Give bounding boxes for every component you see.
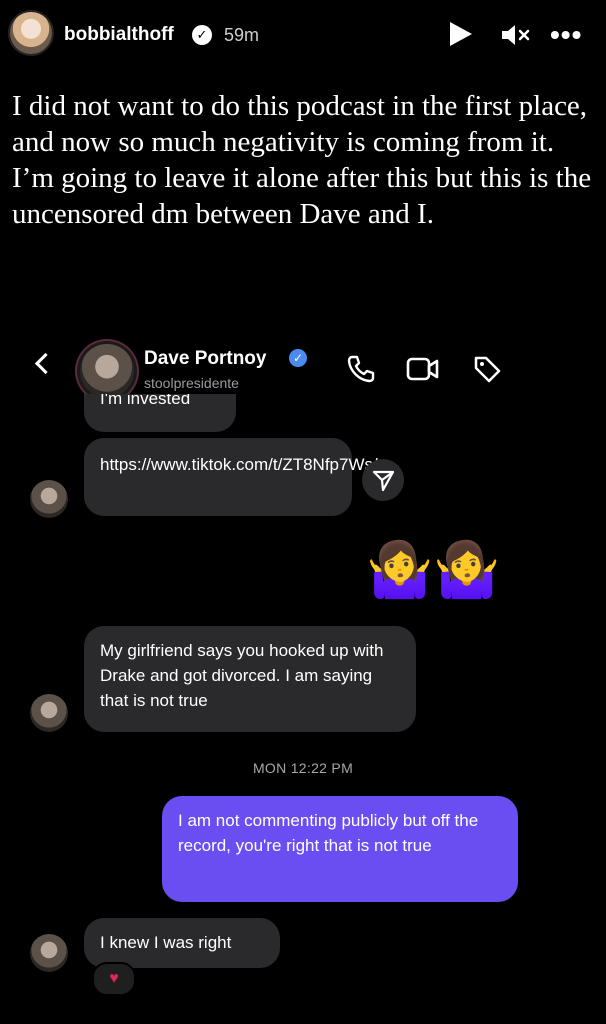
story-caption: I did not want to do this podcast in the… — [12, 90, 592, 230]
verified-icon: ✓ — [289, 349, 307, 367]
message-timestamp: MON 12:22 PM — [252, 760, 354, 776]
more-icon[interactable]: ••• — [550, 21, 582, 49]
mute-icon[interactable] — [500, 22, 532, 48]
tag-icon[interactable] — [472, 354, 502, 384]
emoji-message: 🤷‍♀️🤷‍♀️ — [366, 540, 501, 600]
back-icon[interactable] — [34, 352, 57, 375]
video-icon[interactable] — [406, 354, 440, 384]
avatar[interactable] — [8, 10, 54, 56]
message-bubble-received: I knew I was right — [84, 918, 280, 968]
verified-icon: ✓ — [192, 25, 212, 45]
story-header: bobbialthoff ✓ 59m ••• — [0, 0, 606, 72]
message-bubble-received: My girlfriend says you hooked up with Dr… — [84, 626, 416, 732]
dm-contact-handle: stoolpresidente — [144, 375, 239, 391]
share-icon[interactable] — [362, 459, 404, 501]
story-username[interactable]: bobbialthoff — [64, 24, 174, 46]
dm-avatar[interactable] — [80, 344, 134, 398]
message-text: I'm invested — [100, 394, 191, 408]
heart-icon[interactable]: ♥ — [92, 962, 136, 996]
message-bubble-sent: I am not commenting publicly but off the… — [162, 796, 518, 902]
story-time: 59m — [224, 25, 260, 45]
dm-contact-name[interactable]: Dave Portnoy — [144, 348, 266, 370]
phone-icon[interactable] — [346, 354, 376, 384]
sender-avatar — [30, 934, 68, 972]
message-bubble-received: I'm invested — [84, 394, 236, 432]
sender-avatar — [30, 480, 68, 518]
sender-avatar — [30, 694, 68, 732]
link-message-bubble[interactable]: https://www.tiktok.com/t/ZT8Nfp7Ws/ — [84, 438, 378, 516]
play-icon[interactable] — [450, 22, 472, 46]
